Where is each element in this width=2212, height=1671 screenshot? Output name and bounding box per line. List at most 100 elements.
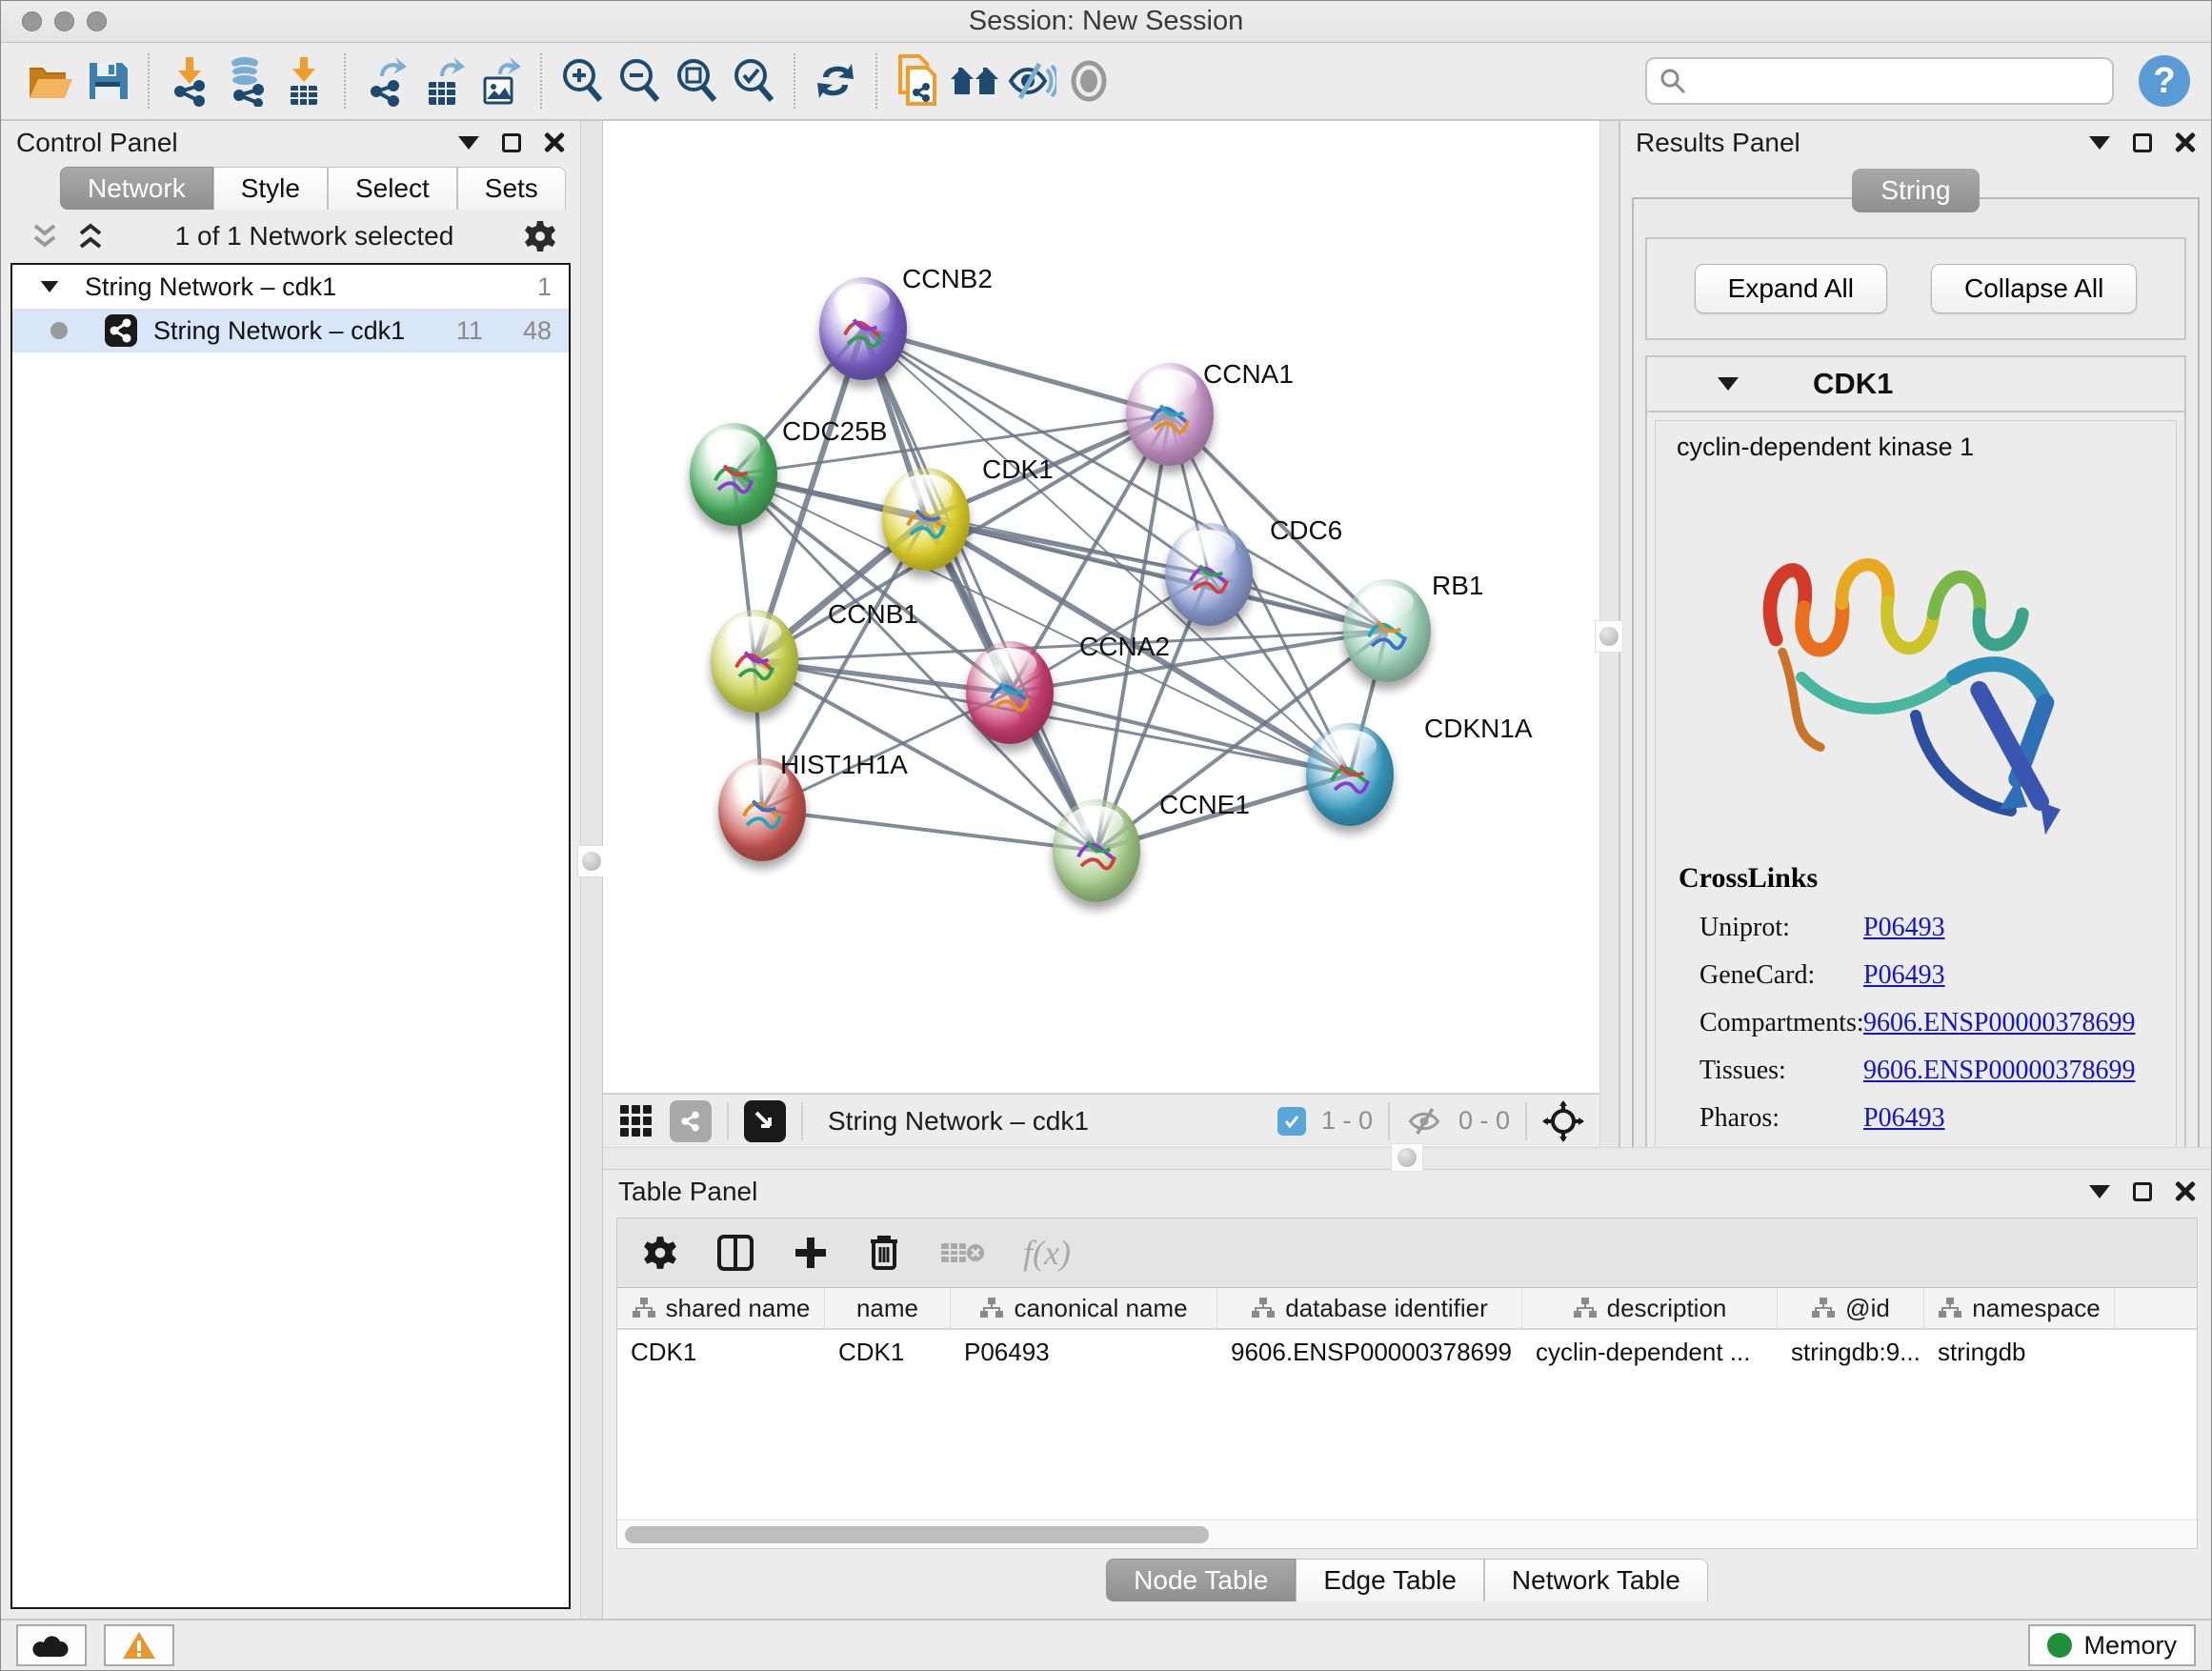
column-header-description[interactable]: description (1522, 1288, 1778, 1328)
panel-close-icon[interactable] (2175, 1181, 2196, 1202)
memory-button[interactable]: Memory (2028, 1624, 2196, 1666)
table-hscrollbar[interactable] (617, 1520, 2197, 1548)
table-cell[interactable]: 9606.ENSP00000378699 (1217, 1330, 1522, 1374)
grid-view-icon[interactable] (618, 1103, 654, 1139)
network-node-CDC6[interactable] (1165, 523, 1253, 626)
network-node-RB1[interactable] (1343, 579, 1431, 682)
cloud-status-button[interactable] (16, 1624, 87, 1666)
right-splitter-handle[interactable] (1595, 620, 1623, 653)
horizontal-splitter-handle[interactable] (1391, 1143, 1423, 1172)
table-cell[interactable]: cyclin-dependent ... (1522, 1330, 1778, 1374)
tab-network[interactable]: Network (60, 167, 213, 210)
help-icon[interactable]: ? (2139, 55, 2190, 107)
string-home-icon[interactable] (946, 52, 1003, 110)
protein-ribbon-thumbnail (895, 489, 956, 550)
expand-all-icon[interactable] (75, 222, 106, 251)
control-panel-title: Control Panel (16, 128, 178, 158)
export-image-icon[interactable] (472, 52, 529, 110)
import-network-database-icon[interactable] (218, 52, 275, 110)
column-header-shared-name[interactable]: shared name (617, 1288, 825, 1328)
network-node-CCNA1[interactable] (1126, 363, 1214, 466)
show-all-icon[interactable] (1060, 52, 1117, 110)
crosshair-icon[interactable] (1542, 1100, 1584, 1142)
table-cell[interactable]: stringdb (1924, 1330, 2115, 1374)
import-table-icon[interactable] (275, 52, 332, 110)
network-node-CCNA2[interactable] (966, 641, 1054, 744)
open-session-icon[interactable] (22, 52, 79, 110)
panel-menu-icon[interactable] (458, 136, 479, 150)
search-input[interactable] (1645, 57, 2114, 105)
column-header-canonical-name[interactable]: canonical name (951, 1288, 1217, 1328)
selected-checkbox-icon[interactable] (1277, 1107, 1306, 1136)
tab-edge-table[interactable]: Edge Table (1296, 1559, 1484, 1601)
network-row[interactable]: String Network – cdk1 11 48 (12, 309, 569, 352)
table-row[interactable]: CDK1CDK1P064939606.ENSP00000378699cyclin… (617, 1330, 2197, 1374)
panel-close-icon[interactable] (544, 132, 565, 153)
entry-collapse-icon[interactable] (1718, 377, 1739, 391)
network-collection-row[interactable]: String Network – cdk1 1 (12, 265, 569, 309)
collapse-all-button[interactable]: Collapse All (1931, 264, 2137, 313)
network-selection-summary: 1 of 1 Network selected (121, 221, 508, 252)
crosslink-link[interactable]: P06493 (1863, 960, 1945, 991)
crosslink-link[interactable]: 9606.ENSP00000378699 (1863, 1056, 2135, 1086)
tab-string[interactable]: String (1852, 169, 1979, 212)
crosslink-link[interactable]: 9606.ENSP00000378699 (1863, 1008, 2135, 1038)
hide-selected-icon[interactable] (1003, 52, 1060, 110)
zoom-fit-icon[interactable] (668, 52, 725, 110)
panel-float-icon[interactable] (2133, 1182, 2152, 1201)
network-options-gear-icon[interactable] (523, 219, 557, 253)
zoom-selected-icon[interactable] (725, 52, 782, 110)
table-cell[interactable]: CDK1 (617, 1330, 825, 1374)
import-network-icon[interactable] (161, 52, 218, 110)
column-header--id[interactable]: @id (1778, 1288, 1924, 1328)
network-canvas[interactable]: CCNB2CCNA1CDC25BCDK1CDC6RB1CCNB1CCNA2CDK… (603, 121, 1599, 1093)
table-hscrollbar-thumb[interactable] (625, 1526, 1209, 1543)
column-header-name[interactable]: name (825, 1288, 951, 1328)
export-network-icon[interactable] (357, 52, 414, 110)
table-options-gear-icon[interactable] (642, 1235, 678, 1271)
zoom-out-icon[interactable] (611, 52, 668, 110)
expand-all-button[interactable]: Expand All (1695, 264, 1887, 313)
panel-menu-icon[interactable] (2089, 1185, 2110, 1198)
network-scroll-strip[interactable] (1599, 121, 1619, 1147)
network-node-CDC25B[interactable] (690, 423, 777, 526)
refresh-icon[interactable] (807, 52, 864, 110)
network-node-CDK1[interactable] (882, 468, 970, 571)
network-node-CDKN1A[interactable] (1306, 723, 1394, 826)
horizontal-splitter[interactable] (603, 1147, 2211, 1170)
crosslink-link[interactable]: P06493 (1863, 1103, 1945, 1134)
table-cell[interactable]: CDK1 (825, 1330, 951, 1374)
table-cell[interactable]: P06493 (951, 1330, 1217, 1374)
network-node-CCNB2[interactable] (819, 277, 907, 380)
left-splitter-handle[interactable] (577, 845, 606, 877)
collapse-all-icon[interactable] (30, 222, 60, 251)
clone-network-icon[interactable] (889, 52, 946, 110)
network-node-CCNB1[interactable] (711, 610, 798, 713)
node-result-header[interactable]: CDK1 (1647, 357, 2184, 413)
crosslink-link[interactable]: P06493 (1863, 913, 1945, 943)
collection-expand-icon[interactable] (41, 281, 59, 292)
network-share-view-icon[interactable] (670, 1100, 712, 1142)
tab-style[interactable]: Style (213, 167, 328, 210)
panel-menu-icon[interactable] (2089, 136, 2110, 150)
birdseye-view-icon[interactable] (744, 1100, 786, 1142)
save-session-icon[interactable] (79, 52, 136, 110)
panel-float-icon[interactable] (2133, 133, 2152, 152)
tab-network-table[interactable]: Network Table (1484, 1559, 1708, 1601)
panel-close-icon[interactable] (2175, 132, 2196, 153)
show-columns-icon[interactable] (716, 1234, 754, 1272)
export-table-icon[interactable] (414, 52, 472, 110)
tab-select[interactable]: Select (328, 167, 457, 210)
delete-column-icon[interactable] (867, 1234, 901, 1272)
column-header-namespace[interactable]: namespace (1924, 1288, 2115, 1328)
zoom-in-icon[interactable] (553, 52, 611, 110)
left-splitter[interactable] (580, 121, 603, 1619)
add-column-icon[interactable] (793, 1235, 829, 1271)
tab-sets[interactable]: Sets (457, 167, 566, 210)
tab-node-table[interactable]: Node Table (1106, 1559, 1296, 1601)
warning-status-button[interactable] (104, 1624, 174, 1666)
panel-float-icon[interactable] (502, 133, 521, 152)
table-cell[interactable]: stringdb:9... (1778, 1330, 1924, 1374)
network-node-CCNE1[interactable] (1053, 799, 1140, 902)
column-header-database-identifier[interactable]: database identifier (1217, 1288, 1522, 1328)
